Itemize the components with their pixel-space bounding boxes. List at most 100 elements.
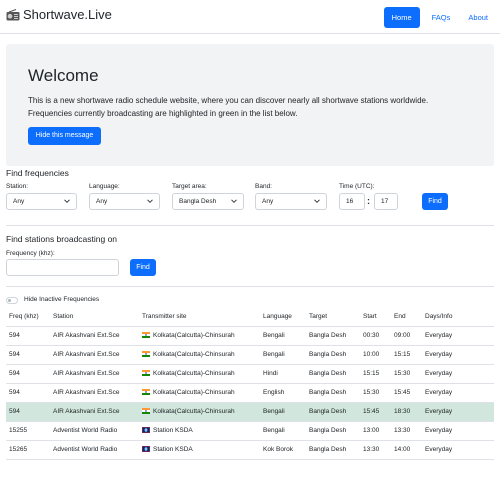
target-area-select[interactable]: Bangla Desh: [172, 193, 244, 210]
brand-name: Shortwave.Live: [23, 7, 112, 22]
frequency-table: Freq (khz) Station Transmitter site Lang…: [6, 308, 494, 460]
cell-end: 15:30: [391, 364, 422, 384]
header-end[interactable]: End: [391, 308, 422, 327]
cell-days-info: Everyday: [422, 345, 494, 365]
divider: [6, 225, 494, 226]
frequency-input[interactable]: [6, 259, 119, 276]
cell-freq: 15255: [6, 421, 50, 441]
station-label: Station:: [6, 183, 29, 190]
cell-target: Bangla Desh: [306, 402, 360, 422]
hide-message-button[interactable]: Hide this message: [28, 127, 101, 145]
cell-transmitter-site: Kolkata(Calcutta)-Chinsurah: [139, 383, 260, 403]
cell-target: Bangla Desh: [306, 421, 360, 441]
brand[interactable]: Shortwave.Live: [6, 7, 112, 22]
cell-end: 15:45: [391, 383, 422, 403]
table-row[interactable]: 594 AIR Akashvani Ext.Sce Kolkata(Calcutta…: [6, 345, 494, 365]
cell-station: Adventist World Radio: [50, 440, 139, 460]
cell-target: Bangla Desh: [306, 440, 360, 460]
language-label: Language:: [89, 183, 120, 190]
cell-language: Bengali: [260, 326, 306, 346]
cell-transmitter-site: Kolkata(Calcutta)-Chinsurah: [139, 326, 260, 346]
station-select[interactable]: Any: [6, 193, 77, 210]
india-flag-icon: [142, 408, 150, 415]
header-days-info[interactable]: Days/Info: [422, 308, 494, 327]
band-select[interactable]: Any: [255, 193, 327, 210]
find-stations-button[interactable]: Find: [130, 259, 156, 276]
time-hour-input[interactable]: 16: [339, 193, 365, 210]
table-row[interactable]: 594 AIR Akashvani Ext.Sce Kolkata(Calcutta…: [6, 326, 494, 346]
cell-end: 14:00: [391, 440, 422, 460]
table-row[interactable]: 594 AIR Akashvani Ext.Sce Kolkata(Calcutta…: [6, 383, 494, 403]
transmitter-site-name: Kolkata(Calcutta)-Chinsurah: [153, 332, 235, 339]
header-start[interactable]: Start: [360, 308, 391, 327]
cell-language: Hindi: [260, 364, 306, 384]
india-flag-icon: [142, 332, 150, 339]
table-row[interactable]: 594 AIR Akashvani Ext.Sce Kolkata(Calcutta…: [6, 402, 494, 422]
cell-language: Bengali: [260, 402, 306, 422]
cell-start: 15:45: [360, 402, 391, 422]
band-label: Band:: [255, 183, 272, 190]
cell-freq: 594: [6, 364, 50, 384]
cell-start: 15:30: [360, 383, 391, 403]
cell-days-info: Everyday: [422, 402, 494, 422]
cell-start: 00:30: [360, 326, 391, 346]
table-header-row: Freq (khz) Station Transmitter site Lang…: [6, 308, 494, 327]
table-row[interactable]: 594 AIR Akashvani Ext.Sce Kolkata(Calcutta…: [6, 364, 494, 384]
cell-freq: 594: [6, 383, 50, 403]
chevron-down-icon: [64, 199, 70, 204]
toggle-knob: [8, 299, 11, 302]
welcome-title: Welcome: [28, 66, 99, 85]
welcome-panel: Welcome This is a new shortwave radio sc…: [6, 44, 494, 166]
cell-end: 18:30: [391, 402, 422, 422]
cell-station: AIR Akashvani Ext.Sce: [50, 345, 139, 365]
header-target[interactable]: Target: [306, 308, 360, 327]
cell-start: 13:00: [360, 421, 391, 441]
cell-transmitter-site: Station KSDA: [139, 440, 260, 460]
transmitter-site-name: Kolkata(Calcutta)-Chinsurah: [153, 351, 235, 358]
nav-about-link[interactable]: About: [462, 8, 494, 27]
cell-days-info: Everyday: [422, 326, 494, 346]
cell-end: 09:00: [391, 326, 422, 346]
find-frequencies-button[interactable]: Find: [422, 193, 448, 210]
header-station[interactable]: Station: [50, 308, 139, 327]
cell-language: Bengali: [260, 421, 306, 441]
cell-freq: 594: [6, 345, 50, 365]
header-transmitter-site[interactable]: Transmitter site: [139, 308, 260, 327]
cell-days-info: Everyday: [422, 383, 494, 403]
cell-station: AIR Akashvani Ext.Sce: [50, 383, 139, 403]
welcome-text: This is a new shortwave radio schedule w…: [28, 96, 429, 118]
cell-target: Bangla Desh: [306, 383, 360, 403]
cell-freq: 594: [6, 402, 50, 422]
cell-end: 13:30: [391, 421, 422, 441]
cell-station: Adventist World Radio: [50, 421, 139, 441]
nav-faqs-link[interactable]: FAQs: [426, 8, 457, 27]
navbar: Shortwave.Live Home FAQs About: [0, 0, 500, 34]
transmitter-site-name: Kolkata(Calcutta)-Chinsurah: [153, 370, 235, 377]
cell-station: AIR Akashvani Ext.Sce: [50, 326, 139, 346]
table-row[interactable]: 15265 Adventist World Radio Station KSDA Ko…: [6, 440, 494, 460]
time-minute-input[interactable]: 17: [374, 193, 398, 210]
language-select[interactable]: Any: [89, 193, 160, 210]
cell-language: Bengali: [260, 345, 306, 365]
target-area-select-value: Bangla Desh: [179, 198, 217, 205]
nav-home-link[interactable]: Home: [383, 7, 420, 28]
target-area-label: Target area:: [172, 183, 207, 190]
header-language[interactable]: Language: [260, 308, 306, 327]
transmitter-site-name: Station KSDA: [153, 446, 193, 453]
hide-inactive-label: Hide Inactive Frequencies: [24, 296, 100, 303]
cell-language: Kok Borok: [260, 440, 306, 460]
cell-target: Bangla Desh: [306, 326, 360, 346]
hide-inactive-toggle[interactable]: [6, 297, 18, 304]
cell-start: 13:30: [360, 440, 391, 460]
find-frequencies-title: Find frequencies: [6, 168, 69, 178]
cell-freq: 15265: [6, 440, 50, 460]
cell-days-info: Everyday: [422, 440, 494, 460]
language-select-value: Any: [96, 198, 108, 205]
cell-transmitter-site: Station KSDA: [139, 421, 260, 441]
header-freq[interactable]: Freq (khz): [6, 308, 50, 327]
india-flag-icon: [142, 389, 150, 396]
table-row[interactable]: 15255 Adventist World Radio Station KSDA Be…: [6, 421, 494, 441]
cell-start: 10:00: [360, 345, 391, 365]
time-separator: :: [367, 196, 370, 206]
divider: [6, 286, 494, 287]
